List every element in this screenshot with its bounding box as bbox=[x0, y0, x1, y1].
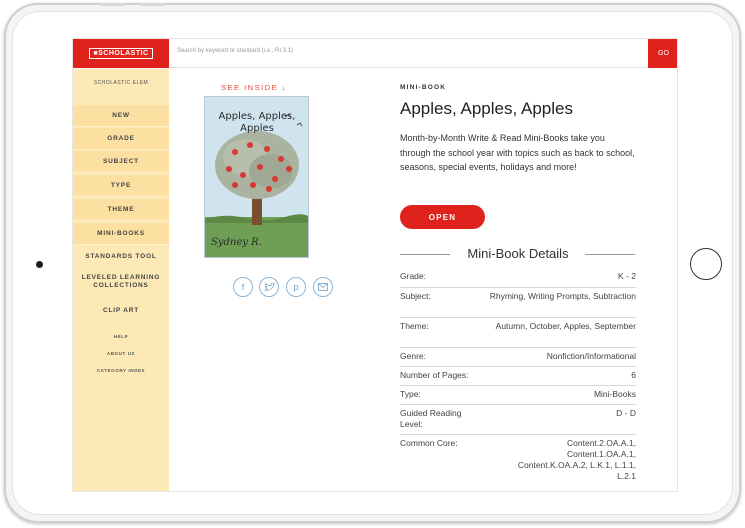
detail-value: 6 bbox=[631, 370, 636, 380]
sidebar-item-leveled-learning[interactable]: LEVELED LEARNING COLLECTIONS bbox=[73, 271, 169, 299]
detail-label: Subject: bbox=[400, 291, 431, 301]
detail-row-theme: Theme: Autumn, October, Apples, Septembe… bbox=[400, 318, 636, 348]
detail-value: Mini-Books bbox=[593, 389, 636, 399]
detail-value: Autumn, October, Apples, September bbox=[495, 321, 636, 331]
product-kicker: MINI-BOOK bbox=[400, 84, 447, 91]
search-input[interactable]: Search by keyword or standard (i.e., RI.… bbox=[177, 48, 293, 54]
detail-label: Common Core: bbox=[400, 438, 458, 448]
sidebar-item-mini-books[interactable]: MINI-BOOKS bbox=[73, 223, 169, 245]
email-icon[interactable] bbox=[313, 277, 333, 297]
cover-author: Sydney R. bbox=[211, 237, 262, 248]
screen: ■SCHOLASTIC Search by keyword or standar… bbox=[72, 38, 678, 492]
camera-icon bbox=[36, 261, 43, 268]
sidebar-link-help[interactable]: HELP bbox=[73, 334, 169, 339]
detail-value: D - D bbox=[616, 408, 636, 418]
sidebar-item-subject[interactable]: SUBJECT bbox=[73, 151, 169, 173]
book-cover[interactable]: Apples, Apples, Apples Sydney R. bbox=[204, 96, 309, 258]
top-bar: ■SCHOLASTIC Search by keyword or standar… bbox=[73, 39, 677, 68]
detail-value: K - 2 bbox=[618, 271, 636, 281]
detail-row-guided-reading: Guided Reading Level: D - D bbox=[400, 405, 636, 435]
divider bbox=[400, 254, 450, 255]
facebook-icon[interactable]: f bbox=[233, 277, 253, 297]
detail-label: Number of Pages: bbox=[400, 370, 469, 380]
sidebar-link-about[interactable]: ABOUT US bbox=[73, 351, 169, 356]
detail-label: Theme: bbox=[400, 321, 429, 331]
detail-row-subject: Subject: Rhyming, Writing Prompts, Subtr… bbox=[400, 288, 636, 318]
open-button[interactable]: OPEN bbox=[400, 205, 485, 229]
sidebar-item-standards-tool[interactable]: STANDARDS TOOL bbox=[73, 246, 169, 268]
detail-value: Nonfiction/Informational bbox=[546, 351, 636, 361]
detail-value: Rhyming, Writing Prompts, Subtraction bbox=[489, 291, 636, 301]
page-title: Apples, Apples, Apples bbox=[400, 99, 573, 118]
detail-label: Genre: bbox=[400, 351, 426, 361]
envelope-glyph bbox=[318, 283, 328, 291]
sidebar-top-label[interactable]: SCHOLASTIC ELEM bbox=[73, 80, 169, 86]
detail-row-type: Type: Mini-Books bbox=[400, 386, 636, 405]
see-inside-link[interactable]: SEE INSIDE ↓ bbox=[221, 83, 287, 92]
detail-label: Guided Reading Level: bbox=[400, 408, 462, 429]
details-heading-text: Mini-Book Details bbox=[467, 246, 569, 261]
sidebar-item-type[interactable]: TYPE bbox=[73, 175, 169, 197]
home-button[interactable] bbox=[690, 248, 722, 280]
sidebar-link-category-index[interactable]: CATEGORY INDEX bbox=[73, 368, 169, 373]
scholastic-logo[interactable]: ■SCHOLASTIC bbox=[73, 39, 169, 68]
sidebar-item-grade[interactable]: GRADE bbox=[73, 128, 169, 150]
twitter-bird-glyph bbox=[263, 282, 275, 291]
volume-button bbox=[100, 3, 126, 6]
detail-label: Grade: bbox=[400, 271, 426, 281]
detail-value: Content.2.OA.A.1, Content.1.OA.A.1, Cont… bbox=[517, 438, 636, 481]
detail-row-genre: Genre: Nonfiction/Informational bbox=[400, 348, 636, 367]
pinterest-icon[interactable]: p bbox=[286, 277, 306, 297]
go-button[interactable]: GO bbox=[648, 39, 677, 68]
detail-label: Type: bbox=[400, 389, 421, 399]
details-heading: Mini-Book Details bbox=[400, 246, 635, 262]
volume-button bbox=[140, 3, 166, 6]
detail-row-grade: Grade: K - 2 bbox=[400, 268, 636, 288]
detail-row-pages: Number of Pages: 6 bbox=[400, 367, 636, 386]
sidebar-item-clip-art[interactable]: CLIP ART bbox=[73, 300, 169, 322]
sidebar: SCHOLASTIC ELEM NEW GRADE SUBJECT TYPE T… bbox=[73, 69, 169, 491]
cover-title: Apples, Apples, Apples bbox=[218, 111, 296, 134]
detail-row-common-core: Common Core: Content.2.OA.A.1, Content.1… bbox=[400, 435, 636, 487]
divider bbox=[585, 254, 635, 255]
sidebar-item-new[interactable]: NEW bbox=[73, 105, 169, 127]
sidebar-item-theme[interactable]: THEME bbox=[73, 199, 169, 221]
twitter-icon[interactable] bbox=[259, 277, 279, 297]
logo-text: ■SCHOLASTIC bbox=[89, 48, 153, 59]
product-description: Month-by-Month Write & Read Mini-Books t… bbox=[400, 133, 635, 172]
